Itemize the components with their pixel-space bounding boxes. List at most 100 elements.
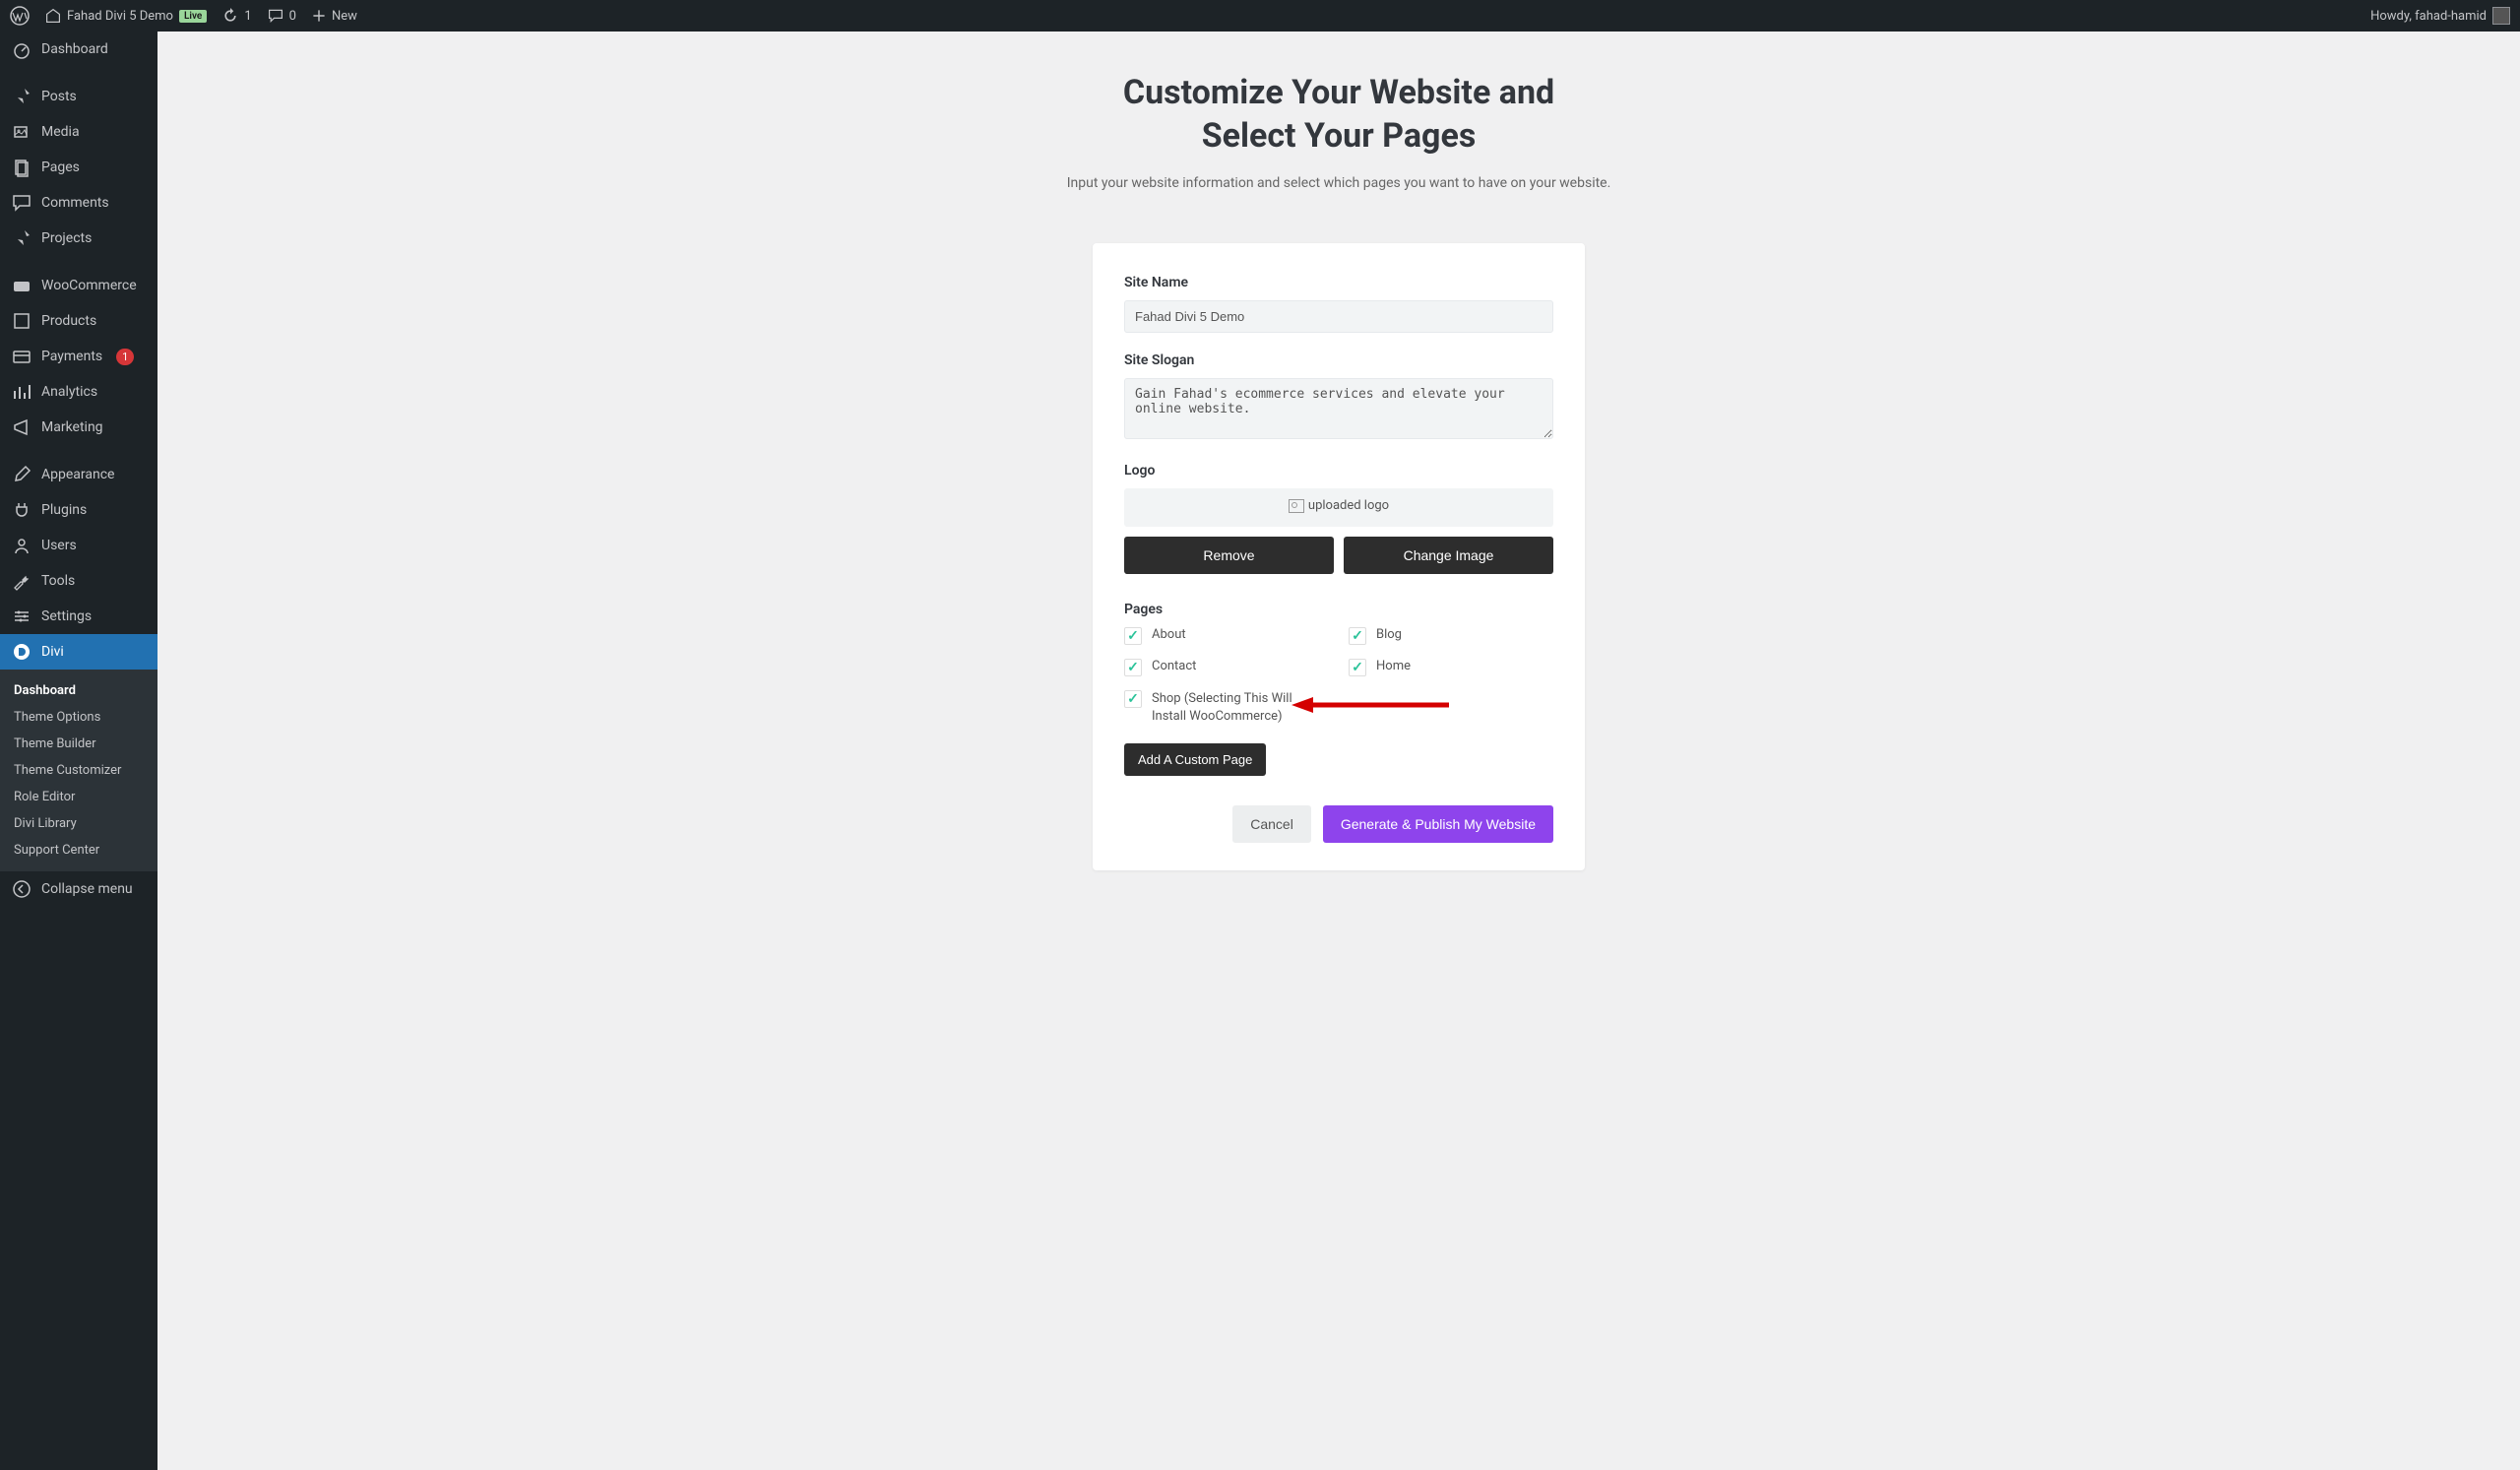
payments-icon (12, 347, 32, 366)
new-label: New (332, 9, 357, 24)
sidebar-item-projects[interactable]: Projects (0, 221, 158, 256)
page-label: Blog (1376, 627, 1402, 642)
checkbox-icon[interactable]: ✓ (1124, 659, 1142, 676)
heading-line1: Customize Your Website and (1123, 73, 1554, 112)
collapse-icon (12, 879, 32, 899)
submenu-item-dashboard[interactable]: Dashboard (0, 677, 158, 704)
sidebar-item-tools[interactable]: Tools (0, 563, 158, 599)
add-custom-page-button[interactable]: Add A Custom Page (1124, 743, 1266, 776)
sidebar-item-label: WooCommerce (41, 278, 137, 293)
live-badge: Live (179, 10, 207, 23)
sidebar-item-marketing[interactable]: Marketing (0, 410, 158, 445)
comments-count: 0 (289, 9, 296, 24)
sidebar-item-analytics[interactable]: Analytics (0, 374, 158, 410)
site-link[interactable]: Fahad Divi 5 Demo Live (45, 8, 207, 24)
sidebar-item-label: Tools (41, 573, 75, 589)
submenu-item-divi-library[interactable]: Divi Library (0, 810, 158, 837)
page-label: Contact (1152, 659, 1196, 673)
broken-image-icon (1289, 499, 1304, 513)
sidebar-item-appearance[interactable]: Appearance (0, 457, 158, 492)
change-image-button[interactable]: Change Image (1344, 537, 1553, 574)
sidebar-item-label: Plugins (41, 502, 87, 518)
logo-field-label: Logo (1124, 463, 1553, 479)
page-label: Shop (Selecting This Will Install WooCom… (1152, 690, 1299, 726)
slogan-field-label: Site Slogan (1124, 352, 1553, 368)
submenu-item-theme-customizer[interactable]: Theme Customizer (0, 757, 158, 784)
wrench-icon (12, 571, 32, 591)
sidebar-item-divi[interactable]: Divi (0, 634, 158, 670)
page-check-shop[interactable]: ✓ Shop (Selecting This Will Install WooC… (1124, 690, 1329, 726)
sidebar-item-comments[interactable]: Comments (0, 185, 158, 221)
wp-admin-bar: Fahad Divi 5 Demo Live 1 0 New Howdy, fa… (0, 0, 2520, 32)
brush-icon (12, 465, 32, 484)
comments-link[interactable]: 0 (268, 8, 296, 24)
checkbox-icon[interactable]: ✓ (1349, 659, 1366, 676)
checkbox-icon[interactable]: ✓ (1349, 627, 1366, 645)
comments-icon (12, 193, 32, 213)
dashboard-icon (12, 39, 32, 59)
users-icon (12, 536, 32, 555)
sidebar-item-plugins[interactable]: Plugins (0, 492, 158, 528)
sidebar-item-dashboard[interactable]: Dashboard (0, 32, 158, 67)
sidebar-item-label: Divi (41, 644, 64, 660)
page-check-home[interactable]: ✓ Home (1349, 659, 1553, 676)
page-check-blog[interactable]: ✓ Blog (1349, 627, 1553, 645)
pin-icon (12, 87, 32, 106)
heading-line2: Select Your Pages (1202, 116, 1477, 156)
wp-logo-icon[interactable] (10, 6, 30, 26)
sidebar-item-users[interactable]: Users (0, 528, 158, 563)
sidebar-item-label: Projects (41, 230, 92, 246)
new-link[interactable]: New (312, 9, 357, 24)
checkbox-icon[interactable]: ✓ (1124, 627, 1142, 645)
setup-card: Site Name Site Slogan Logo uploaded logo… (1093, 243, 1585, 870)
site-name-input[interactable] (1124, 300, 1553, 333)
submenu-item-theme-builder[interactable]: Theme Builder (0, 731, 158, 757)
page-label: About (1152, 627, 1186, 642)
settings-icon (12, 607, 32, 626)
sidebar-item-label: Comments (41, 195, 109, 211)
sidebar-item-products[interactable]: Products (0, 303, 158, 339)
updates-link[interactable]: 1 (222, 8, 251, 24)
page-label: Home (1376, 659, 1411, 673)
remove-logo-button[interactable]: Remove (1124, 537, 1334, 574)
main-content: Customize Your Website and Select Your P… (158, 32, 2520, 1470)
checkbox-icon[interactable]: ✓ (1124, 690, 1142, 708)
sidebar-item-label: Appearance (41, 467, 114, 482)
cancel-button[interactable]: Cancel (1232, 805, 1311, 843)
submenu-item-role-editor[interactable]: Role Editor (0, 784, 158, 810)
admin-sidebar: Dashboard Posts Media Pages Comments Projects… (0, 32, 158, 1470)
submenu-item-theme-options[interactable]: Theme Options (0, 704, 158, 731)
sidebar-item-settings[interactable]: Settings (0, 599, 158, 634)
logo-preview: uploaded logo (1124, 488, 1553, 527)
sidebar-item-label: Dashboard (41, 41, 108, 57)
logo-alt-text: uploaded logo (1308, 498, 1389, 513)
sidebar-item-label: Media (41, 124, 80, 140)
sidebar-item-payments[interactable]: Payments1 (0, 339, 158, 374)
woo-icon (12, 276, 32, 295)
howdy-link[interactable]: Howdy, fahad-hamid (2370, 7, 2510, 25)
site-name-field-label: Site Name (1124, 275, 1553, 290)
generate-publish-button[interactable]: Generate & Publish My Website (1323, 805, 1553, 843)
products-icon (12, 311, 32, 331)
media-icon (12, 122, 32, 142)
sidebar-item-label: Settings (41, 608, 92, 624)
annotation-arrow (1292, 695, 1449, 719)
collapse-label: Collapse menu (41, 881, 133, 897)
page-title: Customize Your Website and Select Your P… (1123, 71, 1554, 158)
howdy-text: Howdy, fahad-hamid (2370, 9, 2487, 24)
sidebar-item-label: Users (41, 538, 77, 553)
updates-count: 1 (244, 9, 251, 24)
marketing-icon (12, 417, 32, 437)
sidebar-item-posts[interactable]: Posts (0, 79, 158, 114)
sidebar-item-media[interactable]: Media (0, 114, 158, 150)
page-check-contact[interactable]: ✓ Contact (1124, 659, 1329, 676)
sidebar-item-label: Posts (41, 89, 77, 104)
submenu-item-support-center[interactable]: Support Center (0, 837, 158, 863)
site-name-label: Fahad Divi 5 Demo (67, 9, 173, 24)
collapse-menu-button[interactable]: Collapse menu (0, 871, 158, 907)
badge-count: 1 (116, 349, 134, 365)
page-check-about[interactable]: ✓ About (1124, 627, 1329, 645)
slogan-input[interactable] (1124, 378, 1553, 439)
sidebar-item-pages[interactable]: Pages (0, 150, 158, 185)
sidebar-item-woocommerce[interactable]: WooCommerce (0, 268, 158, 303)
